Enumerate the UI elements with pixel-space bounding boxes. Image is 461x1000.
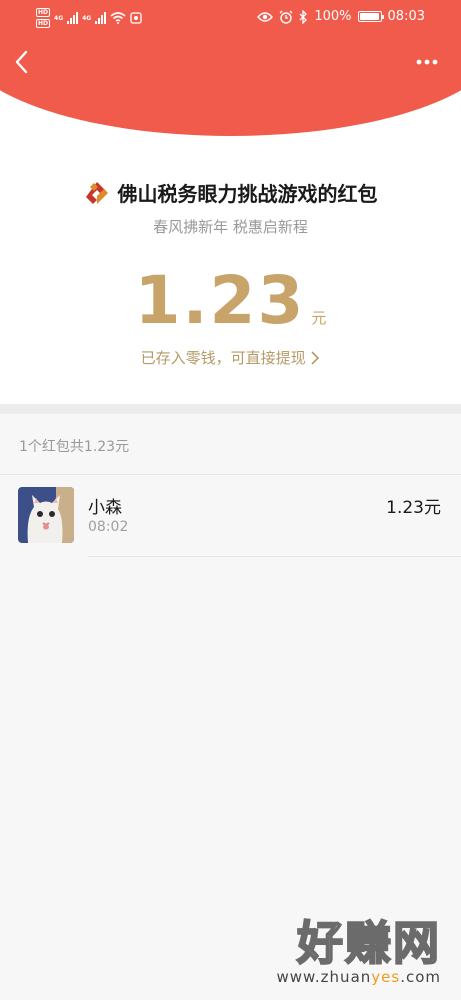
red-packet-detail-page: HD HD 4G 4G 100% 08:03 佛山税务眼力挑战游戏的红包 春风拂… (0, 0, 461, 1000)
battery-icon (357, 11, 384, 22)
watermark-title: 好赚网 (296, 916, 441, 970)
amount-row: 1.23 元 (0, 266, 461, 336)
hd-badge: HD (36, 8, 51, 17)
battery-percent: 100% (314, 9, 352, 24)
list-summary: 1个红包共1.23元 (19, 439, 130, 455)
withdraw-label: 已存入零钱，可直接提现 (140, 349, 306, 367)
more-dots-icon (416, 59, 438, 65)
site-watermark: 好赚网 www.zhuanyes.com (241, 916, 441, 988)
withdraw-link[interactable]: 已存入零钱，可直接提现 (0, 347, 461, 368)
received-amount: 1.23元 (386, 498, 441, 518)
recipient-name: 小森 (88, 498, 122, 518)
packet-amount: 1.23 (134, 262, 306, 339)
packet-title-row: 佛山税务眼力挑战游戏的红包 (0, 178, 461, 207)
network-type: 4G (82, 14, 92, 22)
notification-icon (130, 12, 142, 24)
more-button[interactable] (415, 52, 439, 72)
packet-subtitle: 春风拂新年 税惠启新程 (153, 218, 308, 236)
status-time: 08:03 (387, 9, 425, 24)
cat-avatar-icon (18, 487, 74, 543)
avatar[interactable] (18, 487, 74, 543)
bluetooth-icon (299, 9, 308, 24)
watermark-domain: www.zhuanyes.com (276, 968, 441, 986)
status-right: 100% 08:03 (257, 9, 425, 24)
amount-unit: 元 (311, 309, 327, 327)
eye-icon (257, 11, 274, 22)
network-type: 4G (54, 14, 64, 22)
back-button[interactable] (10, 48, 34, 76)
packet-title: 佛山税务眼力挑战游戏的红包 (117, 182, 378, 206)
received-time: 08:02 (88, 519, 129, 535)
chevron-right-icon (311, 351, 320, 365)
sender-logo-icon (85, 181, 108, 204)
divider (88, 556, 461, 557)
alarm-icon (279, 10, 293, 24)
status-left: HD HD 4G 4G (36, 8, 142, 28)
list-item[interactable]: 小森 08:02 1.23元 (0, 475, 461, 557)
hd-badge: HD (36, 19, 51, 28)
section-separator (0, 404, 461, 414)
signal-icon (95, 12, 107, 24)
signal-icon (67, 12, 79, 24)
status-bar: HD HD 4G 4G 100% 08:03 (0, 0, 461, 36)
chevron-left-icon (15, 50, 28, 74)
wifi-icon (110, 12, 126, 24)
